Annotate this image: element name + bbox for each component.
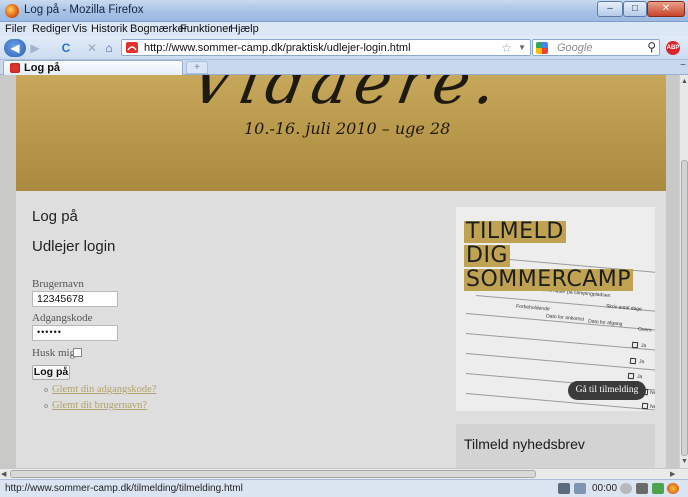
menu-edit[interactable]: Rediger — [32, 23, 71, 35]
url-dropdown-icon[interactable]: ▼ — [518, 43, 526, 52]
search-placeholder[interactable]: Google — [557, 42, 592, 54]
navigation-toolbar: ◀ ▶ C ✕ ⌂ http://www.sommer-camp.dk/prak… — [0, 36, 688, 60]
scroll-down-icon[interactable]: ▼ — [681, 458, 688, 465]
bookmark-star-icon[interactable]: ☆ — [501, 41, 512, 55]
new-tab-button[interactable]: + — [186, 61, 208, 74]
screen-icon[interactable] — [574, 483, 586, 494]
promo-word-1: TILMELD — [464, 219, 566, 244]
menu-history[interactable]: Historik — [91, 23, 128, 35]
addon-icon[interactable] — [636, 483, 648, 494]
vertical-scroll-thumb[interactable] — [681, 160, 688, 456]
close-window-button[interactable]: ✕ — [647, 1, 685, 17]
vertical-scrollbar[interactable]: ▲ ▼ — [679, 75, 688, 468]
newsletter-title: Tilmeld nyhedsbrev — [464, 436, 585, 452]
window-title: Log på - Mozilla Firefox — [24, 4, 144, 16]
page-info-icon[interactable] — [558, 483, 570, 494]
maximize-button[interactable]: □ — [623, 1, 647, 17]
window-titlebar: Log på - Mozilla Firefox – □ ✕ — [0, 0, 688, 22]
tab-active[interactable]: Log på — [3, 60, 183, 75]
banner-date: 10.-16. juli 2010 – uge 28 — [244, 119, 451, 138]
tab-bar: Log på + − — [0, 60, 688, 75]
menu-help[interactable]: Hjælp — [230, 23, 259, 35]
form-text: Ja — [640, 342, 647, 350]
forgot-password-link[interactable]: Glemt din adgangskode? — [52, 384, 156, 395]
tab-label: Log på — [24, 62, 61, 74]
form-text: Ja — [636, 373, 643, 381]
google-engine-icon[interactable] — [536, 42, 548, 54]
bullet-icon — [44, 404, 48, 408]
site-favicon-icon — [126, 42, 138, 53]
forward-button[interactable]: ▶ — [28, 39, 42, 56]
menu-bookmarks[interactable]: Bogmærker — [130, 23, 187, 35]
scroll-up-icon[interactable]: ▲ — [681, 78, 688, 85]
page-title: Log på — [32, 208, 78, 225]
status-bar: http://www.sommer-camp.dk/tilmelding/til… — [0, 479, 688, 497]
scroll-right-icon[interactable]: ▶ — [670, 470, 675, 478]
form-text: Ne — [649, 389, 655, 397]
form-text: Overn — [637, 326, 652, 334]
remember-me-label: Husk mig — [32, 347, 76, 359]
banner-script-text: Vidaere. — [184, 75, 509, 118]
form-text: Ne — [649, 403, 655, 411]
home-button[interactable]: ⌂ — [102, 39, 116, 56]
stop-button[interactable]: ✕ — [86, 39, 98, 56]
remember-me-checkbox[interactable] — [73, 348, 82, 357]
search-icon[interactable]: ⚲ — [647, 40, 656, 54]
promo-word-3: SOMMERCAMP — [464, 267, 633, 292]
tab-favicon-icon — [10, 63, 20, 73]
clock-icon[interactable] — [620, 483, 632, 494]
menu-file[interactable]: Filer — [5, 23, 26, 35]
password-field[interactable]: •••••• — [32, 325, 118, 341]
minimize-button[interactable]: – — [597, 1, 623, 17]
username-label: Brugernavn — [32, 278, 84, 290]
login-subheading: Udlejer login — [32, 238, 116, 255]
login-button[interactable]: Log på — [32, 365, 70, 380]
forgot-username-link[interactable]: Glemt dit brugernavn? — [52, 400, 147, 411]
tab-list-button[interactable]: − — [680, 60, 686, 71]
url-text[interactable]: http://www.sommer-camp.dk/praktisk/udlej… — [144, 42, 411, 54]
form-text: Ja — [638, 358, 645, 366]
go-to-signup-button[interactable]: Gå til tilmelding — [568, 381, 646, 400]
newsletter-box: Tilmeld nyhedsbrev — [456, 424, 655, 468]
download-icon[interactable] — [652, 483, 664, 494]
header-banner: Vidaere. 10.-16. juli 2010 – uge 28 — [16, 75, 666, 191]
menu-tools[interactable]: Funktioner — [180, 23, 232, 35]
firefox-addon-icon[interactable] — [667, 483, 679, 494]
url-bar[interactable]: http://www.sommer-camp.dk/praktisk/udlej… — [121, 39, 531, 56]
horizontal-scrollbar[interactable]: ◀ ▶ — [0, 468, 688, 479]
search-box[interactable]: Google ⚲ — [532, 39, 660, 56]
promo-word-2: DIG — [464, 243, 510, 268]
back-button[interactable]: ◀ — [4, 39, 26, 57]
adblock-icon[interactable]: ABP — [666, 41, 680, 55]
scroll-left-icon[interactable]: ◀ — [1, 470, 6, 478]
menu-view[interactable]: Vis — [72, 23, 87, 35]
bullet-icon — [44, 388, 48, 392]
status-url: http://www.sommer-camp.dk/tilmelding/til… — [5, 483, 243, 494]
firefox-logo-icon — [5, 4, 19, 18]
status-time: 00:00 — [592, 483, 618, 494]
signup-promo[interactable]: Overnatter på campingpladsen Skriv antal… — [456, 207, 655, 411]
reload-button[interactable]: C — [60, 39, 72, 56]
form-text: Skriv antal dage — [605, 303, 643, 313]
password-label: Adgangskode — [32, 312, 93, 324]
horizontal-scroll-thumb[interactable] — [10, 470, 536, 478]
username-field[interactable]: 12345678 — [32, 291, 118, 307]
menu-bar: Filer Rediger Vis Historik Bogmærker Fun… — [0, 22, 688, 36]
form-text: Forbeholdende — [515, 303, 550, 313]
